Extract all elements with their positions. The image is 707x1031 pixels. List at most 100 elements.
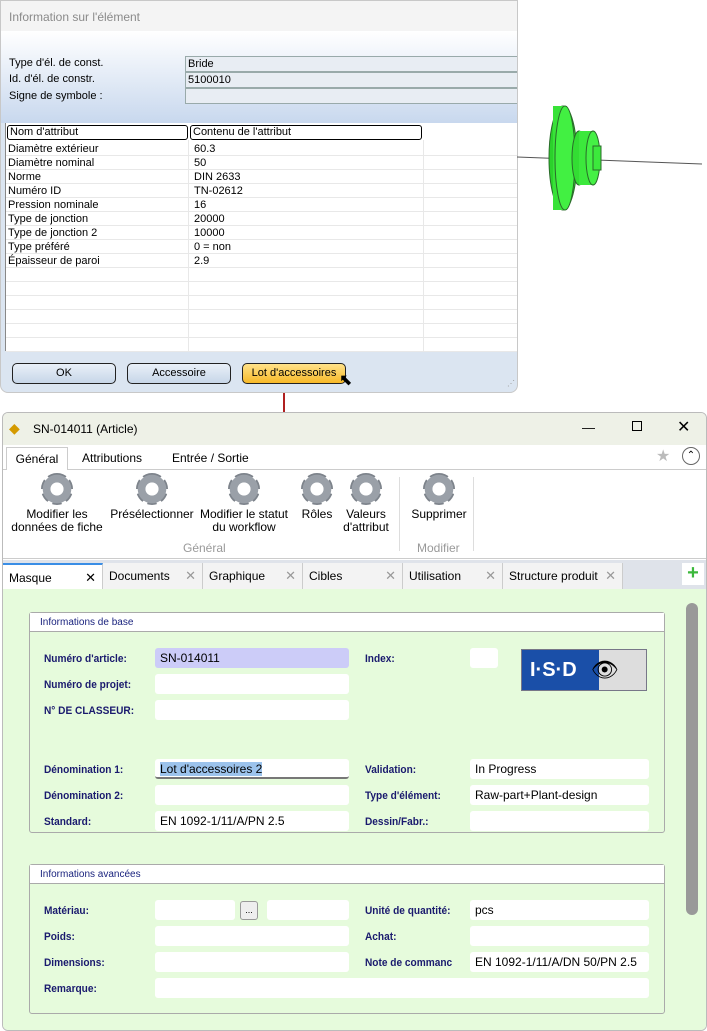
edit-record-button[interactable]: Modifier les données de fiche — [11, 473, 103, 534]
label: Poids: — [44, 931, 75, 943]
drawing-field[interactable] — [470, 811, 649, 831]
article-number-field[interactable]: SN-014011 — [155, 648, 349, 668]
table-row[interactable] — [6, 310, 517, 324]
table-row[interactable] — [6, 282, 517, 296]
group-label-modify: Modifier — [417, 541, 460, 555]
table-row[interactable]: Pression nominale 16 — [6, 198, 517, 212]
ribbon-tab-input-output[interactable]: Entrée / Sortie — [172, 447, 249, 469]
close-tab-icon[interactable]: ✕ — [85, 565, 96, 591]
label: Validation: — [365, 764, 417, 776]
weight-field[interactable] — [155, 926, 349, 946]
label: Dessin/Fabr.: — [365, 816, 429, 828]
element-type-field[interactable]: Raw-part+Plant-design — [470, 785, 649, 805]
table-row[interactable] — [6, 296, 517, 310]
doc-tab-graphic[interactable]: Graphique ✕ — [203, 563, 303, 589]
field-label-symbol: Signe de symbole : — [9, 90, 103, 102]
attribute-name: Type préféré — [8, 241, 70, 253]
article-icon: ◆ — [9, 420, 20, 436]
field-label-type: Type d'él. de const. — [9, 57, 104, 69]
preselect-button[interactable]: Présélectionner — [109, 473, 195, 521]
label: Masque — [9, 571, 52, 585]
gear-delete-icon — [423, 473, 455, 505]
table-row[interactable]: Diamètre extérieur 60.3 — [6, 142, 517, 156]
attribute-value: 2.9 — [194, 255, 210, 267]
close-icon[interactable]: ✕ — [677, 417, 690, 437]
material-browse-button[interactable]: ... — [240, 901, 258, 920]
doc-tab-mask[interactable]: Masque ✕ — [3, 563, 103, 589]
column-header-content[interactable]: Contenu de l'attribut — [190, 125, 422, 140]
index-field[interactable] — [470, 648, 498, 668]
attribute-value: TN-02612 — [194, 185, 243, 197]
doc-tab-targets[interactable]: Cibles ✕ — [303, 563, 403, 589]
gear-code-icon — [350, 473, 382, 505]
attribute-values-button[interactable]: Valeurs d'attribut — [339, 473, 393, 534]
table-row[interactable]: Épaisseur de paroi 2.9 — [6, 254, 517, 268]
label: Note de commanc — [365, 957, 453, 969]
window-title: SN-014011 (Article) — [33, 422, 138, 436]
close-tab-icon[interactable]: ✕ — [285, 563, 296, 589]
field-symbol[interactable] — [185, 88, 517, 104]
gear-pin-icon — [136, 473, 168, 505]
label: Présélectionner — [110, 507, 194, 521]
standard-field[interactable]: EN 1092-1/11/A/PN 2.5 — [155, 811, 349, 831]
maximize-icon[interactable] — [632, 421, 642, 431]
scrollbar-thumb[interactable] — [686, 603, 698, 915]
delete-button[interactable]: Supprimer — [409, 473, 469, 521]
designation-1-field[interactable]: Lot d'accessoires 2 — [155, 759, 349, 779]
doc-tab-usage[interactable]: Utilisation ✕ — [403, 563, 503, 589]
quantity-unit-field[interactable]: pcs — [470, 900, 649, 920]
close-tab-icon[interactable]: ✕ — [185, 563, 196, 589]
table-row[interactable]: Norme DIN 2633 — [6, 170, 517, 184]
order-note-field[interactable]: EN 1092-1/11/A/DN 50/PN 2.5 — [470, 952, 649, 972]
accessory-button[interactable]: Accessoire — [127, 363, 231, 384]
label: Dénomination 1: — [44, 764, 124, 776]
remark-field[interactable] — [155, 978, 649, 998]
purchase-field[interactable] — [470, 926, 649, 946]
field-id[interactable]: 5100010 — [185, 72, 517, 88]
dimensions-field[interactable] — [155, 952, 349, 972]
ribbon-tab-attributions[interactable]: Attributions — [82, 447, 142, 469]
star-icon[interactable]: ★ — [656, 446, 670, 466]
material-field-2[interactable] — [267, 900, 349, 920]
folder-number-field[interactable] — [155, 700, 349, 720]
resize-grip-icon[interactable]: ⋰ — [507, 379, 515, 388]
add-tab-icon[interactable]: + — [682, 563, 704, 585]
attribute-value: DIN 2633 — [194, 171, 241, 183]
label: Documents — [109, 569, 170, 583]
roles-button[interactable]: Rôles — [297, 473, 337, 521]
table-row[interactable]: Type préféré 0 = non — [6, 240, 517, 254]
validation-field[interactable]: In Progress — [470, 759, 649, 779]
designation-2-field[interactable] — [155, 785, 349, 805]
mouse-cursor-icon: ⬉ — [339, 372, 353, 389]
close-tab-icon[interactable]: ✕ — [485, 563, 496, 589]
group-title: Informations avancées — [30, 865, 664, 884]
accessory-set-button[interactable]: Lot d'accessoires — [242, 363, 346, 384]
table-row[interactable]: Diamètre nominal 50 — [6, 156, 517, 170]
attribute-name: Pression nominale — [8, 199, 99, 211]
ok-button[interactable]: OK — [12, 363, 116, 384]
table-row[interactable]: Type de jonction 20000 — [6, 212, 517, 226]
project-number-field[interactable] — [155, 674, 349, 694]
flange-3d-preview — [517, 105, 703, 211]
collapse-ribbon-icon[interactable]: ⌃ — [682, 447, 700, 465]
label: N° DE CLASSEUR: — [44, 705, 135, 717]
table-row[interactable] — [6, 268, 517, 282]
attribute-value: 0 = non — [194, 241, 232, 253]
close-tab-icon[interactable]: ✕ — [605, 563, 616, 589]
logo-text: I·S·D — [530, 658, 577, 681]
field-type[interactable]: Bride — [185, 56, 517, 72]
table-row[interactable] — [6, 324, 517, 338]
table-row[interactable]: Numéro ID TN-02612 — [6, 184, 517, 198]
ribbon-tab-general[interactable]: Général — [6, 447, 68, 470]
column-header-name[interactable]: Nom d'attribut — [7, 125, 188, 140]
table-row[interactable] — [6, 338, 517, 352]
attribute-name: Norme — [8, 171, 42, 183]
material-field[interactable] — [155, 900, 235, 920]
doc-tab-product-structure[interactable]: Structure produit ✕ — [503, 563, 623, 589]
doc-tab-documents[interactable]: Documents ✕ — [103, 563, 203, 589]
label: Type d'élément: — [365, 790, 441, 802]
minimize-icon[interactable]: — — [582, 420, 595, 435]
table-row[interactable]: Type de jonction 2 10000 — [6, 226, 517, 240]
close-tab-icon[interactable]: ✕ — [385, 563, 396, 589]
workflow-status-button[interactable]: Modifier le statut du workflow — [197, 473, 291, 534]
